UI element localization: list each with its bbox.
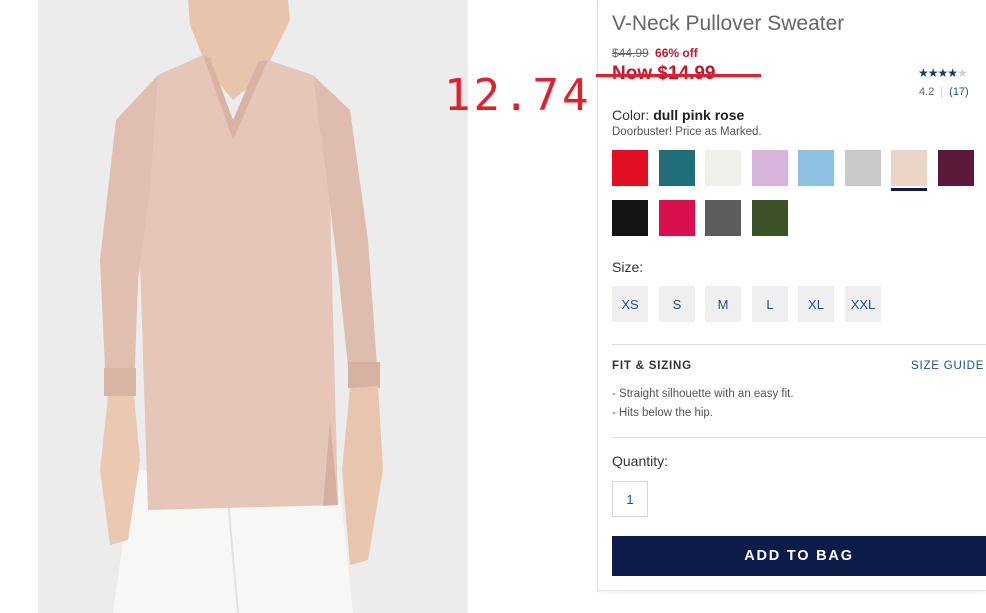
size-label: Size: (612, 259, 644, 275)
divider (612, 437, 986, 438)
price-annotation: 12.74 (444, 70, 592, 121)
color-swatch-light-gray[interactable] (845, 150, 881, 186)
size-option-s[interactable]: S (659, 286, 695, 322)
size-option-m[interactable]: M (705, 286, 741, 322)
color-swatch-teal[interactable] (659, 150, 695, 186)
annotation-strikethrough-line (596, 74, 761, 77)
size-option-xs[interactable]: XS (612, 286, 648, 322)
quantity-input[interactable]: 1 (612, 481, 648, 517)
product-image (38, 0, 468, 613)
rating-score: 4.2 (919, 86, 935, 98)
review-count-link[interactable]: (17) (949, 86, 969, 98)
star-icon: ★ (927, 66, 939, 80)
color-swatch-burgundy[interactable] (938, 150, 974, 186)
fit-bullet: - Straight silhouette with an easy fit. (612, 388, 794, 400)
size-option-xxl[interactable]: XXL (845, 286, 881, 322)
discount-badge: 66% off (655, 46, 698, 60)
color-swatch-off-white[interactable] (705, 150, 741, 186)
original-price: $44.99 (612, 46, 649, 60)
fit-bullets: - Straight silhouette with an easy fit. … (612, 388, 794, 426)
size-option-l[interactable]: L (752, 286, 788, 322)
add-to-bag-button[interactable]: ADD TO BAG (612, 536, 986, 576)
star-icon: ★ (937, 66, 949, 80)
promo-text: Doorbuster! Price as Marked. (612, 126, 762, 138)
divider (612, 344, 986, 345)
star-icon: ★ (947, 66, 958, 80)
color-swatch-dull-pink-rose[interactable] (891, 150, 927, 191)
color-swatch-black[interactable] (612, 200, 648, 236)
color-label: Color: (612, 107, 650, 123)
color-swatch-lavender[interactable] (752, 150, 788, 186)
star-rating[interactable]: ★★★★★ (918, 66, 968, 80)
star-icon: ★ (918, 66, 929, 80)
price-row: $44.99 66% off (612, 46, 698, 60)
product-title: V-Neck Pullover Sweater (612, 12, 845, 35)
quantity-label: Quantity: (612, 453, 669, 469)
size-guide-link[interactable]: SIZE GUIDE (911, 360, 984, 372)
color-swatch-red[interactable] (612, 150, 648, 186)
rating-summary[interactable]: 4.2 | (17) (919, 86, 969, 98)
color-swatch-light-blue[interactable] (798, 150, 834, 186)
fit-bullet: - Hits below the hip. (612, 407, 713, 419)
selected-color-name: dull pink rose (653, 107, 745, 123)
color-swatch-charcoal[interactable] (705, 200, 741, 236)
star-empty-icon: ★ (957, 66, 968, 80)
rating-divider: | (940, 86, 944, 98)
size-option-xl[interactable]: XL (798, 286, 834, 322)
fit-sizing-heading: FIT & SIZING (612, 360, 692, 372)
color-swatch-pink[interactable] (659, 200, 695, 236)
color-selection: Color: dull pink rose (612, 107, 744, 123)
color-swatch-olive[interactable] (752, 200, 788, 236)
